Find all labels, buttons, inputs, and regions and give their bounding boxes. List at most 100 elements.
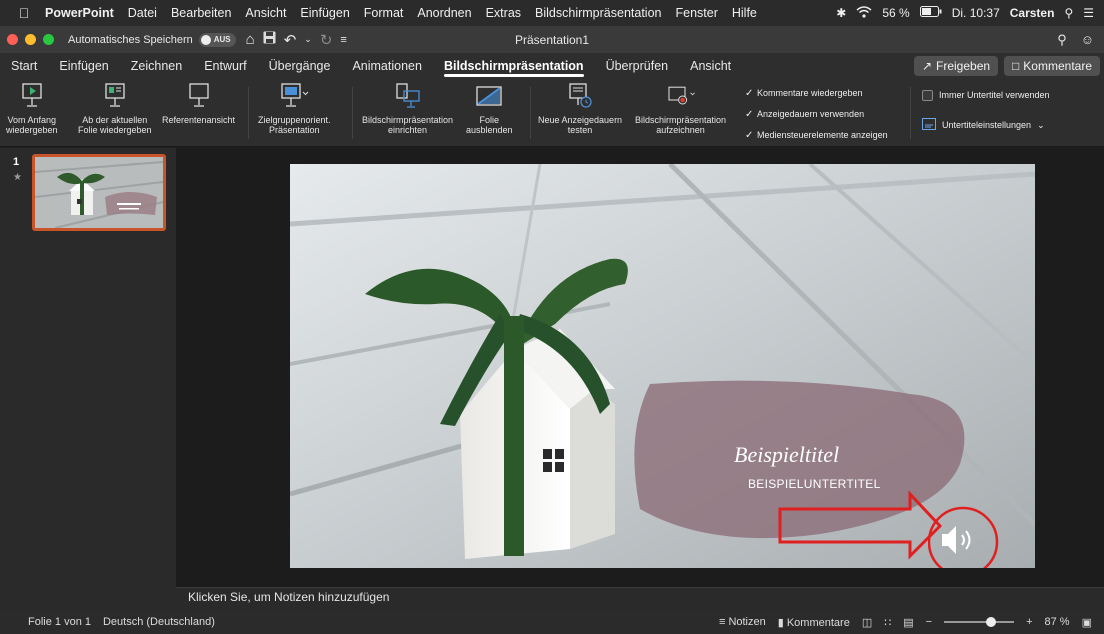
audio-icon[interactable] <box>927 504 1000 568</box>
notes-placeholder: Klicken Sie, um Notizen hinzuzufügen <box>188 590 390 604</box>
tab-start[interactable]: Start <box>0 53 48 79</box>
clock[interactable]: Di. 10:37 <box>952 6 1000 20</box>
zoom-slider-knob[interactable] <box>986 617 997 627</box>
play-from-current-label-2: Folie wiedergeben <box>78 125 152 135</box>
play-from-current-icon <box>99 81 131 111</box>
battery-icon[interactable] <box>919 6 942 20</box>
slide-thumbnail[interactable] <box>32 154 166 231</box>
subtitle-settings-button[interactable]: Untertiteleinstellungen ⌄ <box>922 117 1050 133</box>
record-slideshow-label-1: Bildschirmpräsentation <box>635 115 727 125</box>
feedback-smiley-icon[interactable]: ☺ <box>1081 32 1094 48</box>
normal-view-icon[interactable]: ◫ <box>862 616 872 629</box>
presenter-view-icon <box>183 81 215 111</box>
close-window-button[interactable] <box>7 34 18 45</box>
comment-icon: ▮ <box>777 616 787 629</box>
play-from-current-button[interactable]: Ab der aktuellen Folie wiedergeben <box>78 81 152 135</box>
slide-sorter-icon[interactable]: ∷ <box>884 616 891 629</box>
spotlight-icon[interactable]: ⚲ <box>1064 6 1073 20</box>
apple-icon[interactable]:  <box>10 5 38 21</box>
rehearse-timings-button[interactable]: Neue Anzeigedauern testen <box>538 81 622 135</box>
slide-title[interactable]: Beispieltitel <box>734 442 839 468</box>
slide-counter: Folie 1 von 1 <box>28 616 91 628</box>
slide-number: 1 <box>13 156 20 168</box>
window-titlebar: Automatisches Speichern AUS ⌂ ↶ ⌄ ↻ ≡ Pr… <box>0 26 1104 53</box>
use-timings-checkbox[interactable]: ✓ Anzeigedauern verwenden <box>745 104 888 125</box>
slide-canvas[interactable]: Beispieltitel BEISPIELUNTERTITEL <box>290 164 1035 568</box>
search-icon[interactable]: ⚲ <box>1057 32 1067 48</box>
menu-bearbeiten[interactable]: Bearbeiten <box>164 6 238 20</box>
menu-app[interactable]: PowerPoint <box>38 6 121 20</box>
rehearse-timings-label-1: Neue Anzeigedauern <box>538 115 623 125</box>
always-subtitles-label: Immer Untertitel verwenden <box>939 90 1050 100</box>
subtitle-settings-icon <box>922 118 936 132</box>
share-button[interactable]: ↗ Freigeben <box>913 56 999 76</box>
comments-toggle-label: Kommentare <box>786 616 850 629</box>
tab-einfuegen[interactable]: Einfügen <box>48 53 119 79</box>
undo-icon[interactable]: ↶ <box>284 31 297 49</box>
play-from-current-label-1: Ab der aktuellen <box>82 115 148 125</box>
menu-hilfe[interactable]: Hilfe <box>725 6 764 20</box>
tab-ansicht[interactable]: Ansicht <box>679 53 742 79</box>
menu-einfuegen[interactable]: Einfügen <box>293 6 356 20</box>
minimize-window-button[interactable] <box>25 34 36 45</box>
zoom-slider[interactable] <box>944 617 1015 627</box>
menu-anordnen[interactable]: Anordnen <box>410 6 478 20</box>
bluetooth-icon[interactable]: ✱ <box>836 6 846 20</box>
tab-ueberpruefen[interactable]: Überprüfen <box>595 53 680 79</box>
ribbon-slideshow: Vom Anfang wiedergeben Ab der aktuellen … <box>0 79 1104 147</box>
setup-slideshow-label-2: einrichten <box>388 125 428 135</box>
tab-bildschirmpraesentation[interactable]: Bildschirmpräsentation <box>433 53 595 79</box>
comments-button[interactable]: □ Kommentare <box>1004 56 1100 76</box>
zoom-out-button[interactable]: − <box>926 616 932 628</box>
share-icon: ↗ <box>921 59 932 73</box>
tab-animationen[interactable]: Animationen <box>341 53 433 79</box>
redo-icon[interactable]: ↻ <box>320 31 333 49</box>
menu-bildschirmpraesentation[interactable]: Bildschirmpräsentation <box>528 6 668 20</box>
play-narrations-label: Kommentare wiedergeben <box>757 88 863 98</box>
presenter-view-label: Referentenansicht <box>162 115 236 125</box>
tab-uebergaenge[interactable]: Übergänge <box>258 53 342 79</box>
presenter-view-button[interactable]: Referentenansicht <box>162 81 235 125</box>
tab-entwurf[interactable]: Entwurf <box>193 53 257 79</box>
menu-extras[interactable]: Extras <box>479 6 528 20</box>
menu-datei[interactable]: Datei <box>121 6 164 20</box>
tab-zeichnen[interactable]: Zeichnen <box>120 53 193 79</box>
comments-toggle-button[interactable]: ▮ Kommentare <box>778 616 850 629</box>
record-slideshow-button[interactable]: Bildschirmpräsentation aufzeichnen <box>635 81 726 135</box>
custom-show-label-1: Zielgruppenorient. <box>258 115 331 125</box>
wifi-icon[interactable] <box>856 5 872 21</box>
save-icon[interactable] <box>263 31 276 48</box>
customize-toolbar-icon[interactable]: ≡ <box>340 34 346 46</box>
hide-slide-button[interactable]: Folie ausblenden <box>466 81 513 135</box>
reading-view-icon[interactable]: ▤ <box>903 616 913 629</box>
notification-center-icon[interactable]: ☰ <box>1083 6 1094 20</box>
language-indicator[interactable]: Deutsch (Deutschland) <box>91 616 215 628</box>
hide-slide-label-2: ausblenden <box>466 125 513 135</box>
hide-slide-icon <box>473 81 505 111</box>
undo-dropdown-icon[interactable]: ⌄ <box>304 34 312 45</box>
play-from-start-label-1: Vom Anfang <box>7 115 57 125</box>
notes-toggle-label: Notizen <box>728 616 766 628</box>
show-media-controls-checkbox[interactable]: ✓ Mediensteuerelemente anzeigen <box>745 125 888 146</box>
slide-subtitle[interactable]: BEISPIELUNTERTITEL <box>748 477 881 491</box>
custom-show-button[interactable]: Zielgruppenorient. Präsentation <box>258 81 331 135</box>
menu-ansicht[interactable]: Ansicht <box>238 6 293 20</box>
show-media-controls-label: Mediensteuerelemente anzeigen <box>757 130 888 140</box>
home-icon[interactable]: ⌂ <box>246 31 255 48</box>
notes-pane[interactable]: Klicken Sie, um Notizen hinzuzufügen <box>176 587 1104 610</box>
autosave-toggle[interactable]: AUS <box>198 32 236 47</box>
zoom-window-button[interactable] <box>43 34 54 45</box>
autosave-label: Automatisches Speichern <box>68 33 193 46</box>
user-name[interactable]: Carsten <box>1010 6 1055 20</box>
zoom-level[interactable]: 87 % <box>1045 616 1070 628</box>
menu-fenster[interactable]: Fenster <box>668 6 724 20</box>
play-from-start-button[interactable]: Vom Anfang wiedergeben <box>6 81 58 135</box>
fit-to-window-icon[interactable]: ▣ <box>1082 616 1092 629</box>
ribbon-separator <box>248 87 249 139</box>
menu-format[interactable]: Format <box>357 6 411 20</box>
always-subtitles-checkbox[interactable]: Immer Untertitel verwenden <box>922 87 1050 103</box>
play-narrations-checkbox[interactable]: ✓ Kommentare wiedergeben <box>745 83 888 104</box>
notes-toggle-button[interactable]: ≡ Notizen <box>719 616 766 628</box>
zoom-in-button[interactable]: + <box>1026 616 1032 628</box>
setup-slideshow-button[interactable]: Bildschirmpräsentation einrichten <box>362 81 453 135</box>
